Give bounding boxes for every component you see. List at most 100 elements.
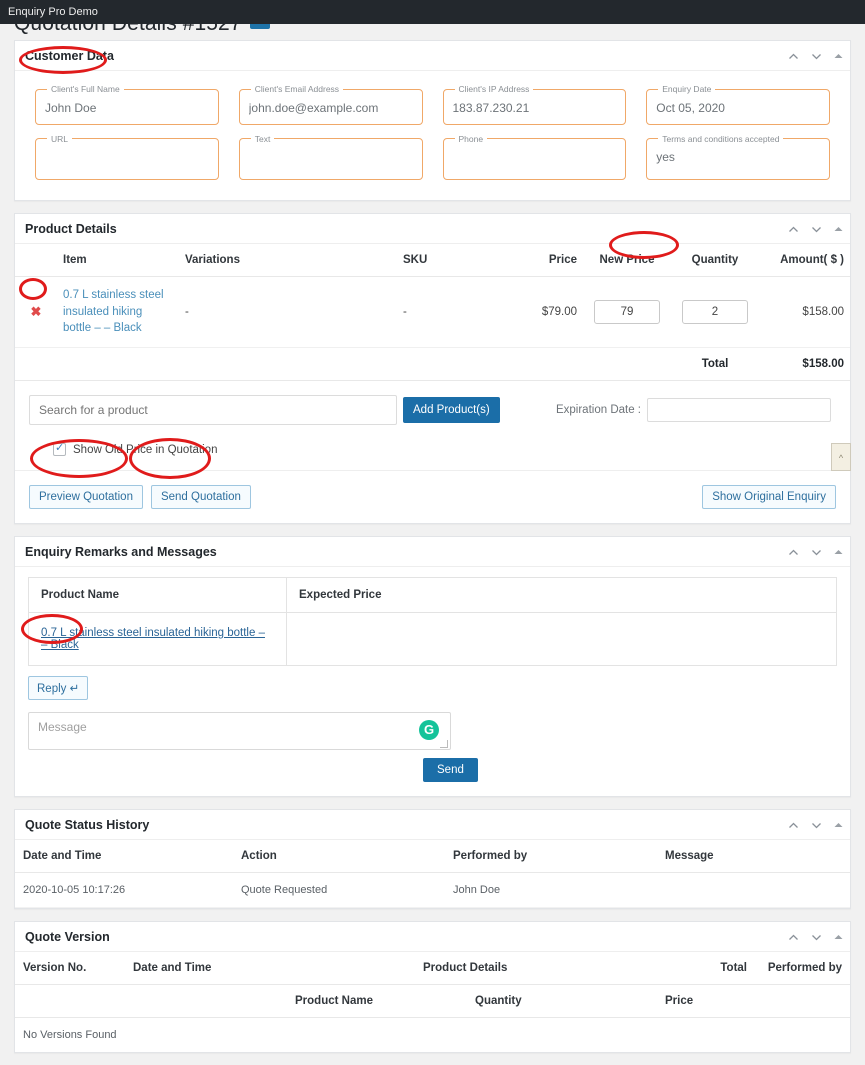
chevron-down-icon[interactable] bbox=[810, 819, 823, 832]
field-text[interactable]: Text bbox=[238, 133, 423, 180]
column-performed-by: Performed by bbox=[755, 952, 850, 986]
remove-item-icon[interactable]: ✖ bbox=[31, 304, 42, 320]
send-message-row: Send bbox=[15, 750, 850, 796]
field-label-clients-ip-address: Client's IP Address bbox=[458, 84, 530, 94]
subcolumn-spacer-1 bbox=[15, 984, 125, 1019]
preview-quotation-button[interactable]: Preview Quotation bbox=[29, 485, 143, 510]
panel-quote-status-history: Quote Status History Date and Time Actio… bbox=[14, 809, 851, 910]
add-products-button[interactable]: Add Product(s) bbox=[403, 397, 500, 424]
chevron-up-icon[interactable] bbox=[787, 931, 800, 944]
field-url[interactable]: URL bbox=[35, 133, 219, 180]
chevron-up-icon[interactable] bbox=[787, 223, 800, 236]
table-subheader-row: Product Name Quantity Price bbox=[15, 984, 850, 1019]
column-date-and-time: Date and Time bbox=[125, 952, 415, 986]
field-label-clients-full-name: Client's Full Name bbox=[51, 84, 120, 94]
expiration-date-input[interactable] bbox=[647, 398, 831, 423]
column-item: Item bbox=[57, 244, 179, 277]
reply-button[interactable]: Reply ↵ bbox=[28, 676, 89, 701]
subcolumn-spacer-2 bbox=[755, 984, 850, 1019]
column-action: Action bbox=[233, 840, 445, 874]
remarks-product-link[interactable]: 0.7 L stainless steel insulated hiking b… bbox=[41, 627, 265, 651]
field-value-clients-full-name: John Doe bbox=[45, 100, 97, 115]
admin-bar-site-name[interactable]: Enquiry Pro Demo bbox=[8, 6, 98, 18]
product-name-link[interactable]: 0.7 L stainless steel insulated hiking b… bbox=[63, 287, 173, 337]
message-area: Message G bbox=[15, 700, 850, 751]
field-value-enquiry-date: Oct 05, 2020 bbox=[656, 100, 725, 115]
remarks-table-wrapper: Product Name Expected Price 0.7 L stainl… bbox=[15, 567, 850, 667]
column-performed-by: Performed by bbox=[445, 840, 657, 874]
expiration-date-group: Expiration Date : bbox=[556, 398, 836, 423]
chevron-down-icon[interactable] bbox=[810, 546, 823, 559]
field-phone[interactable]: Phone bbox=[442, 133, 627, 180]
show-old-price-checkbox[interactable] bbox=[53, 441, 66, 457]
panel-controls bbox=[787, 922, 844, 952]
field-label-phone: Phone bbox=[458, 133, 484, 144]
column-variations: Variations bbox=[179, 244, 397, 277]
table-header-row: Version No. Date and Time Product Detail… bbox=[15, 952, 850, 986]
quantity-input[interactable] bbox=[682, 300, 748, 324]
panel-header-customer-data: Customer Data bbox=[15, 41, 850, 71]
collapse-toggle-icon[interactable] bbox=[833, 51, 844, 62]
total-spacer-1 bbox=[15, 347, 57, 382]
table-row: ✖ 0.7 L stainless steel insulated hiking… bbox=[15, 276, 850, 349]
product-details-table: Item Variations SKU Price New Price Quan… bbox=[15, 244, 850, 382]
field-label-url: URL bbox=[51, 133, 69, 144]
message-textarea[interactable]: Message G bbox=[28, 712, 451, 751]
new-price-input[interactable] bbox=[594, 300, 660, 324]
cell-product-name: 0.7 L stainless steel insulated hiking b… bbox=[28, 612, 287, 667]
send-message-button[interactable]: Send bbox=[423, 758, 478, 783]
collapse-toggle-icon[interactable] bbox=[833, 820, 844, 831]
chevron-up-icon[interactable] bbox=[787, 546, 800, 559]
scroll-to-top-handle[interactable]: ^ bbox=[831, 443, 851, 472]
panel-product-details: Product Details Item Variations SKU Pric… bbox=[14, 213, 851, 525]
panel-header-product-details: Product Details bbox=[15, 214, 850, 244]
subcolumn-price: Price bbox=[665, 984, 755, 1019]
quote-status-history-table: Date and Time Action Performed by Messag… bbox=[15, 840, 850, 909]
total-spacer-2 bbox=[57, 347, 179, 382]
wp-admin-bar[interactable]: Enquiry Pro Demo bbox=[0, 0, 865, 24]
chevron-up-icon[interactable] bbox=[787, 50, 800, 63]
remarks-table: Product Name Expected Price 0.7 L stainl… bbox=[28, 577, 837, 667]
cell-amount: $158.00 bbox=[759, 276, 850, 349]
column-new-price: New Price bbox=[583, 244, 671, 277]
panel-enquiry-remarks: Enquiry Remarks and Messages Product Nam… bbox=[14, 536, 851, 798]
chevron-down-icon[interactable] bbox=[810, 223, 823, 236]
grammarly-icon[interactable]: G bbox=[419, 720, 439, 741]
total-value: $158.00 bbox=[759, 347, 850, 382]
field-label-enquiry-date: Enquiry Date bbox=[662, 84, 712, 94]
product-search-input[interactable] bbox=[29, 395, 397, 426]
total-spacer-6 bbox=[583, 347, 671, 382]
customer-data-body: Client's Full Name John Doe Client's Ema… bbox=[15, 71, 850, 200]
chevron-down-icon[interactable] bbox=[810, 50, 823, 63]
collapse-toggle-icon[interactable] bbox=[833, 932, 844, 943]
field-value-text bbox=[249, 147, 413, 170]
field-clients-email-address[interactable]: Client's Email Address john.doe@example.… bbox=[238, 85, 423, 125]
collapse-toggle-icon[interactable] bbox=[833, 547, 844, 558]
column-total: Total bbox=[665, 952, 755, 986]
table-row: 0.7 L stainless steel insulated hiking b… bbox=[28, 612, 837, 667]
total-spacer-4 bbox=[397, 347, 507, 382]
field-terms-accepted[interactable]: Terms and conditions accepted yes bbox=[646, 134, 830, 180]
field-clients-ip-address[interactable]: Client's IP Address 183.87.230.21 bbox=[442, 84, 627, 125]
field-clients-full-name[interactable]: Client's Full Name John Doe bbox=[35, 85, 219, 125]
cell-price: $79.00 bbox=[507, 276, 583, 349]
panel-title-quote-version: Quote Version bbox=[25, 929, 110, 944]
collapse-toggle-icon[interactable] bbox=[833, 224, 844, 235]
chevron-up-icon[interactable] bbox=[787, 819, 800, 832]
chevron-down-icon[interactable] bbox=[810, 931, 823, 944]
column-price: Price bbox=[507, 244, 583, 277]
cell-sku: - bbox=[397, 276, 507, 349]
subcolumn-product-name: Product Name bbox=[125, 984, 415, 1019]
field-enquiry-date[interactable]: Enquiry Date Oct 05, 2020 bbox=[646, 85, 830, 125]
show-original-enquiry-button[interactable]: Show Original Enquiry bbox=[702, 485, 836, 510]
panel-title-enquiry-remarks: Enquiry Remarks and Messages bbox=[25, 544, 217, 559]
panel-header-quote-status-history: Quote Status History bbox=[15, 810, 850, 841]
panel-controls bbox=[787, 214, 844, 244]
resize-handle-icon[interactable] bbox=[440, 740, 448, 749]
subcolumn-quantity: Quantity bbox=[415, 984, 665, 1019]
cell-item: 0.7 L stainless steel insulated hiking b… bbox=[57, 276, 179, 349]
send-quotation-button[interactable]: Send Quotation bbox=[150, 485, 251, 510]
message-placeholder: Message bbox=[38, 720, 87, 735]
field-value-clients-ip-address: 183.87.230.21 bbox=[452, 100, 530, 115]
field-label-text: Text bbox=[254, 133, 271, 144]
